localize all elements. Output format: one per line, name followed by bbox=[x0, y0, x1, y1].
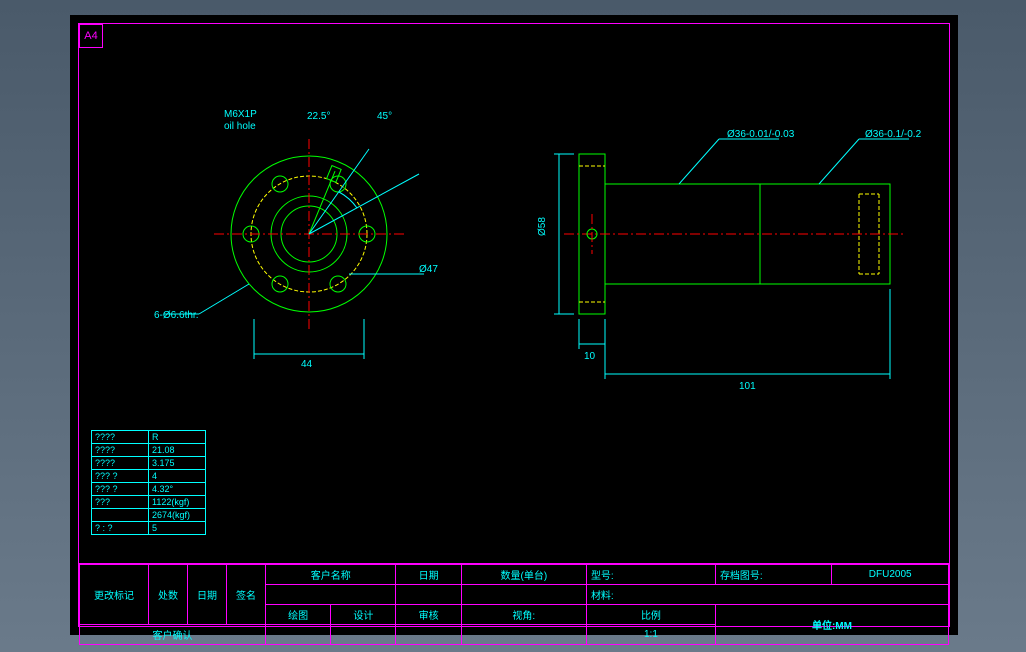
len101: 101 bbox=[739, 381, 756, 392]
side-view bbox=[554, 139, 909, 379]
front-view bbox=[164, 139, 424, 359]
title-block: 更改标记 处数 日期 签名 客户名称 日期 数量(单台) 型号: 存档图号: D… bbox=[79, 563, 949, 626]
spec-table: ????R????21.08????3.175??? ?4??? ?4.32°?… bbox=[91, 430, 206, 535]
angle1: 22.5° bbox=[307, 111, 330, 122]
dia1: Ø36-0.01/-0.03 bbox=[727, 129, 795, 140]
bcd: Ø47 bbox=[419, 264, 438, 275]
drawing-number: DFU2005 bbox=[832, 565, 949, 585]
change-mark: 更改标记 bbox=[80, 565, 149, 625]
angle2: 45° bbox=[377, 111, 392, 122]
cad-canvas[interactable]: A4 M6X1P oil hole 22.5° 45° Ø47 6-Ø6.6th… bbox=[70, 15, 958, 635]
oil-label2: oil hole bbox=[224, 121, 256, 132]
dia58: Ø58 bbox=[537, 217, 548, 236]
drawing-svg: M6X1P oil hole 22.5° 45° Ø47 6-Ø6.6thr. … bbox=[79, 24, 949, 564]
unit-label: 单位:MM bbox=[715, 605, 948, 645]
drawing-frame: A4 M6X1P oil hole 22.5° 45° Ø47 6-Ø6.6th… bbox=[78, 23, 950, 627]
hole-spec: 6-Ø6.6thr. bbox=[154, 310, 198, 321]
oil-label1: M6X1P bbox=[224, 109, 257, 120]
width44: 44 bbox=[301, 359, 313, 370]
dia2: Ø36-0.1/-0.2 bbox=[865, 129, 922, 140]
thk10: 10 bbox=[584, 351, 596, 362]
